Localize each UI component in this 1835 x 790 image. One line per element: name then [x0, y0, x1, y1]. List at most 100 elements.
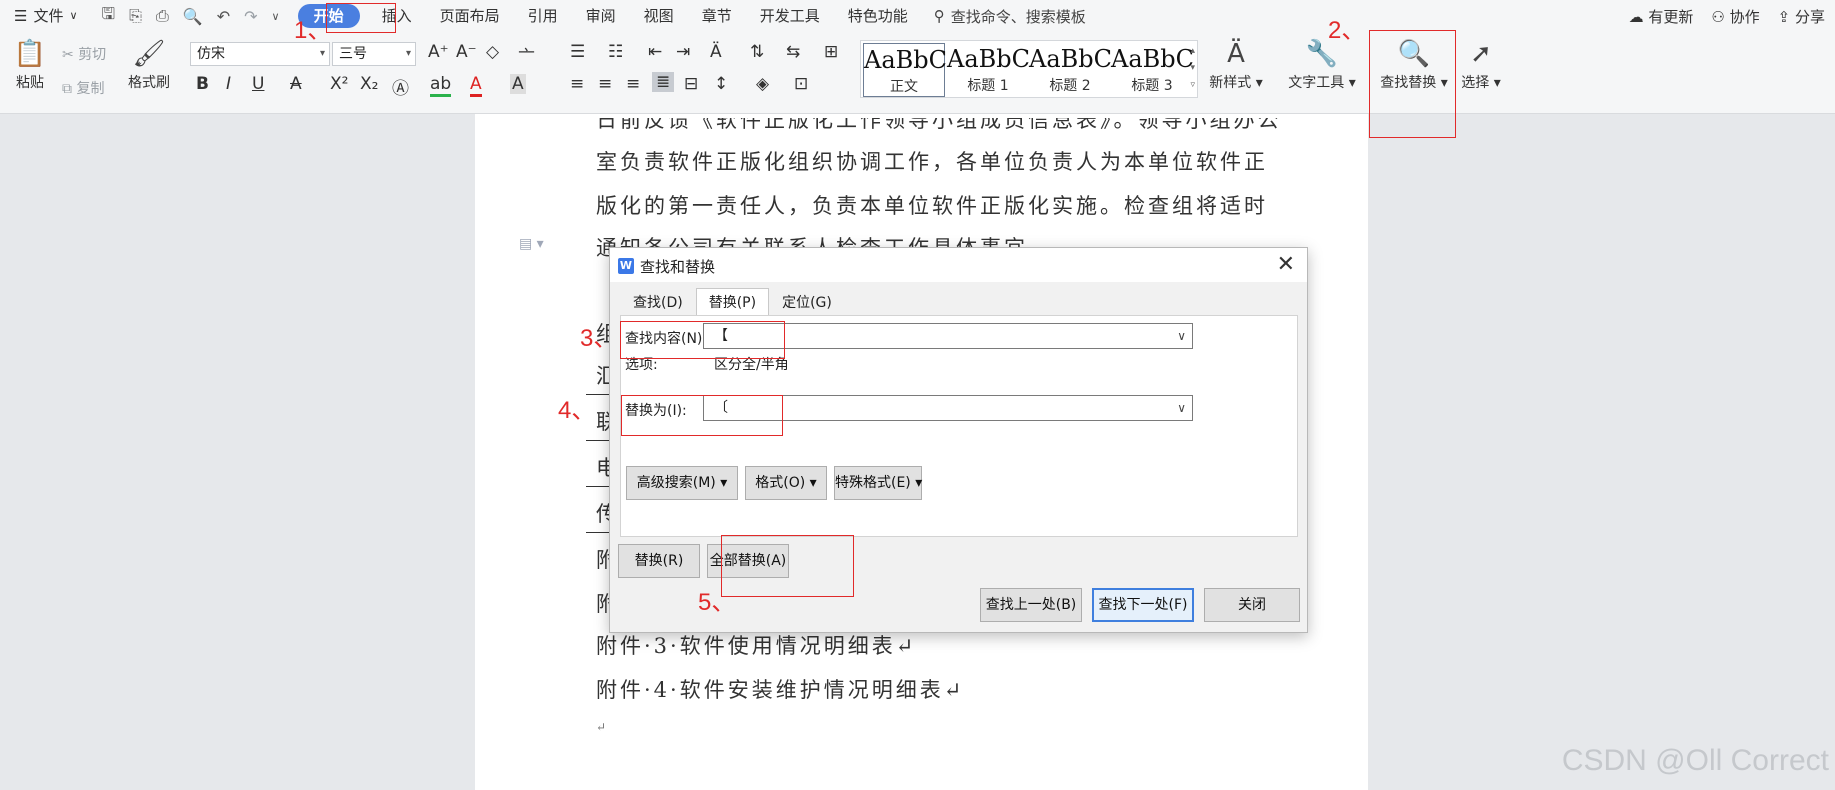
bullet-list-icon[interactable]: ☰	[570, 42, 585, 62]
dialog-titlebar[interactable]: W 查找和替换 ✕	[610, 248, 1307, 282]
style-heading-3[interactable]: AaBbC 标题 3	[1111, 43, 1195, 97]
underline-icon[interactable]: U	[252, 74, 264, 94]
style-normal[interactable]: AaBbC 正文	[863, 43, 947, 97]
format-button[interactable]: 格式(O) ▾	[745, 466, 827, 500]
select-text: 选择	[1461, 75, 1490, 91]
char-shading-icon[interactable]: A	[510, 74, 526, 94]
style-name: 标题 2	[1049, 78, 1091, 94]
font-color-icon[interactable]: A	[470, 74, 482, 97]
tab-find[interactable]: 查找(D)	[620, 288, 696, 316]
title-right-tools: ☁ 有更新 ⚇ 协作 ⇪ 分享	[1629, 0, 1825, 32]
gallery-scroll-icon[interactable]: ▴ ▾ ▿	[1190, 43, 1195, 94]
redo-icon[interactable]: ↷	[244, 7, 257, 26]
advanced-search-button[interactable]: 高级搜索(M) ▾	[626, 466, 738, 500]
replace-button[interactable]: 替换(R)	[618, 544, 700, 578]
format-painter-button[interactable]: 🖌 格式刷	[124, 36, 174, 92]
strikethrough-icon[interactable]: A	[290, 74, 302, 94]
annotation-step-4: 4、	[558, 397, 596, 424]
doc-line: 版化的第一责任人，负责本单位软件正版化实施。检查组将适时	[596, 194, 1268, 218]
sort-icon[interactable]: ⇅	[750, 42, 764, 62]
save-icon[interactable]: 🖫	[102, 3, 116, 30]
customize-chevron-icon[interactable]: ∨	[272, 10, 280, 23]
annotation-box-start-tab	[326, 3, 396, 33]
decrease-indent-icon[interactable]: ⇤	[648, 42, 662, 62]
command-search[interactable]: ⚲ 查找命令、搜索模板	[934, 6, 1086, 27]
select-button[interactable]: ➚ 选择 ▾	[1456, 36, 1506, 92]
cloud-icon: ☁	[1628, 7, 1644, 26]
share-button[interactable]: ⇪ 分享	[1778, 6, 1825, 27]
align-left-icon[interactable]: ≡	[570, 74, 584, 94]
paragraph-marker-icon[interactable]: ▤ ▾	[519, 236, 544, 252]
collaborate-button[interactable]: ⚇ 协作	[1711, 6, 1759, 27]
highlight-icon[interactable]: ab	[430, 74, 452, 97]
style-preview: AaBbC	[1029, 45, 1113, 73]
special-format-label: 特殊格式(E)	[835, 475, 911, 491]
font-name-select[interactable]: 仿宋 ▾	[190, 42, 330, 66]
chevron-down-icon[interactable]: ∨	[1177, 396, 1186, 420]
style-heading-1[interactable]: AaBbC 标题 1	[947, 43, 1030, 97]
annotation-step-3: 3、	[580, 325, 618, 352]
tab-sections[interactable]: 章节	[688, 0, 746, 32]
style-heading-2[interactable]: AaBbC 标题 2	[1029, 43, 1113, 97]
tab-replace[interactable]: 替换(P)	[695, 288, 770, 316]
tab-goto[interactable]: 定位(G)	[769, 288, 845, 316]
undo-icon[interactable]: ↶	[217, 7, 230, 26]
tab-references[interactable]: 引用	[514, 0, 572, 32]
distributed-icon[interactable]: ⊟	[684, 74, 698, 94]
subscript-icon[interactable]: X₂	[360, 74, 378, 94]
close-icon[interactable]: ✕	[1277, 252, 1295, 277]
tab-view[interactable]: 视图	[630, 0, 688, 32]
phonetic-icon[interactable]: 亠	[518, 42, 535, 67]
tab-review[interactable]: 审阅	[572, 0, 630, 32]
cut-label: 剪切	[78, 47, 107, 63]
new-style-button[interactable]: Ä 新样式 ▾	[1206, 36, 1266, 92]
style-name: 标题 3	[1131, 78, 1173, 94]
copy-button[interactable]: ⧉ 复制	[62, 78, 104, 98]
ribbon: 📋 粘贴 ✂ 剪切 ⧉ 复制 🖌 格式刷 仿宋 ▾ 三号 ▾ A⁺ A⁻ ◇ 亠 B…	[0, 32, 1835, 114]
line-spacing-icon[interactable]: ↕	[714, 74, 728, 94]
file-menu[interactable]: ☰ 文件 ∨	[0, 0, 92, 32]
paste-button[interactable]: 📋 粘贴	[10, 36, 50, 92]
print-icon[interactable]: ⎙	[156, 6, 169, 26]
italic-icon[interactable]: I	[226, 74, 231, 94]
chevron-down-icon[interactable]: ∨	[1177, 324, 1186, 348]
numbered-list-icon[interactable]: ☷	[608, 42, 623, 62]
bold-icon[interactable]: B	[196, 74, 209, 94]
table-icon[interactable]: ⊞	[824, 42, 838, 62]
tab-page-layout[interactable]: 页面布局	[426, 0, 514, 32]
search-icon: ⚲	[933, 7, 945, 25]
tab-special-features[interactable]: 特色功能	[834, 0, 922, 32]
watermark: CSDN @Oll Correct	[1561, 744, 1829, 777]
align-center-icon[interactable]: ≡	[598, 74, 612, 94]
find-previous-button[interactable]: 查找上一处(B)	[980, 588, 1082, 622]
find-next-button[interactable]: 查找下一处(F)	[1092, 588, 1194, 622]
show-hide-icon[interactable]: ⇆	[786, 42, 800, 62]
collaborate-label: 协作	[1729, 7, 1760, 26]
paragraph-end-mark: ↵	[596, 720, 607, 734]
align-right-icon[interactable]: ≡	[626, 74, 640, 94]
superscript-icon[interactable]: X²	[330, 74, 348, 94]
chinese-layout-icon[interactable]: Ä	[710, 42, 722, 62]
update-button[interactable]: ☁ 有更新	[1629, 6, 1694, 27]
shrink-font-icon[interactable]: A⁻	[456, 42, 477, 62]
eraser-icon[interactable]: ◇	[486, 42, 499, 62]
special-format-button[interactable]: 特殊格式(E) ▾	[834, 466, 922, 500]
output-icon[interactable]: ⎘	[129, 6, 142, 26]
chevron-down-icon: ∨	[69, 9, 78, 22]
text-effect-icon[interactable]: Ⓐ	[392, 74, 409, 99]
justify-icon[interactable]: ≣	[652, 72, 675, 92]
shading-fill-icon[interactable]: ◈	[756, 74, 769, 94]
borders-icon[interactable]: ⊡	[794, 74, 808, 94]
annotation-box-find-replace	[1369, 30, 1456, 138]
grow-font-icon[interactable]: A⁺	[428, 42, 449, 62]
cut-button[interactable]: ✂ 剪切	[62, 44, 106, 64]
select-label: 选择 ▾	[1461, 75, 1501, 91]
annotation-box-replace-all	[721, 535, 854, 597]
tab-developer[interactable]: 开发工具	[746, 0, 834, 32]
font-size-select[interactable]: 三号 ▾	[332, 42, 416, 66]
style-preview: AaBbC	[1111, 45, 1195, 73]
increase-indent-icon[interactable]: ⇥	[676, 42, 690, 62]
scissors-icon: ✂	[62, 47, 74, 63]
print-preview-icon[interactable]: 🔍	[183, 7, 203, 26]
close-button[interactable]: 关闭	[1204, 588, 1300, 622]
